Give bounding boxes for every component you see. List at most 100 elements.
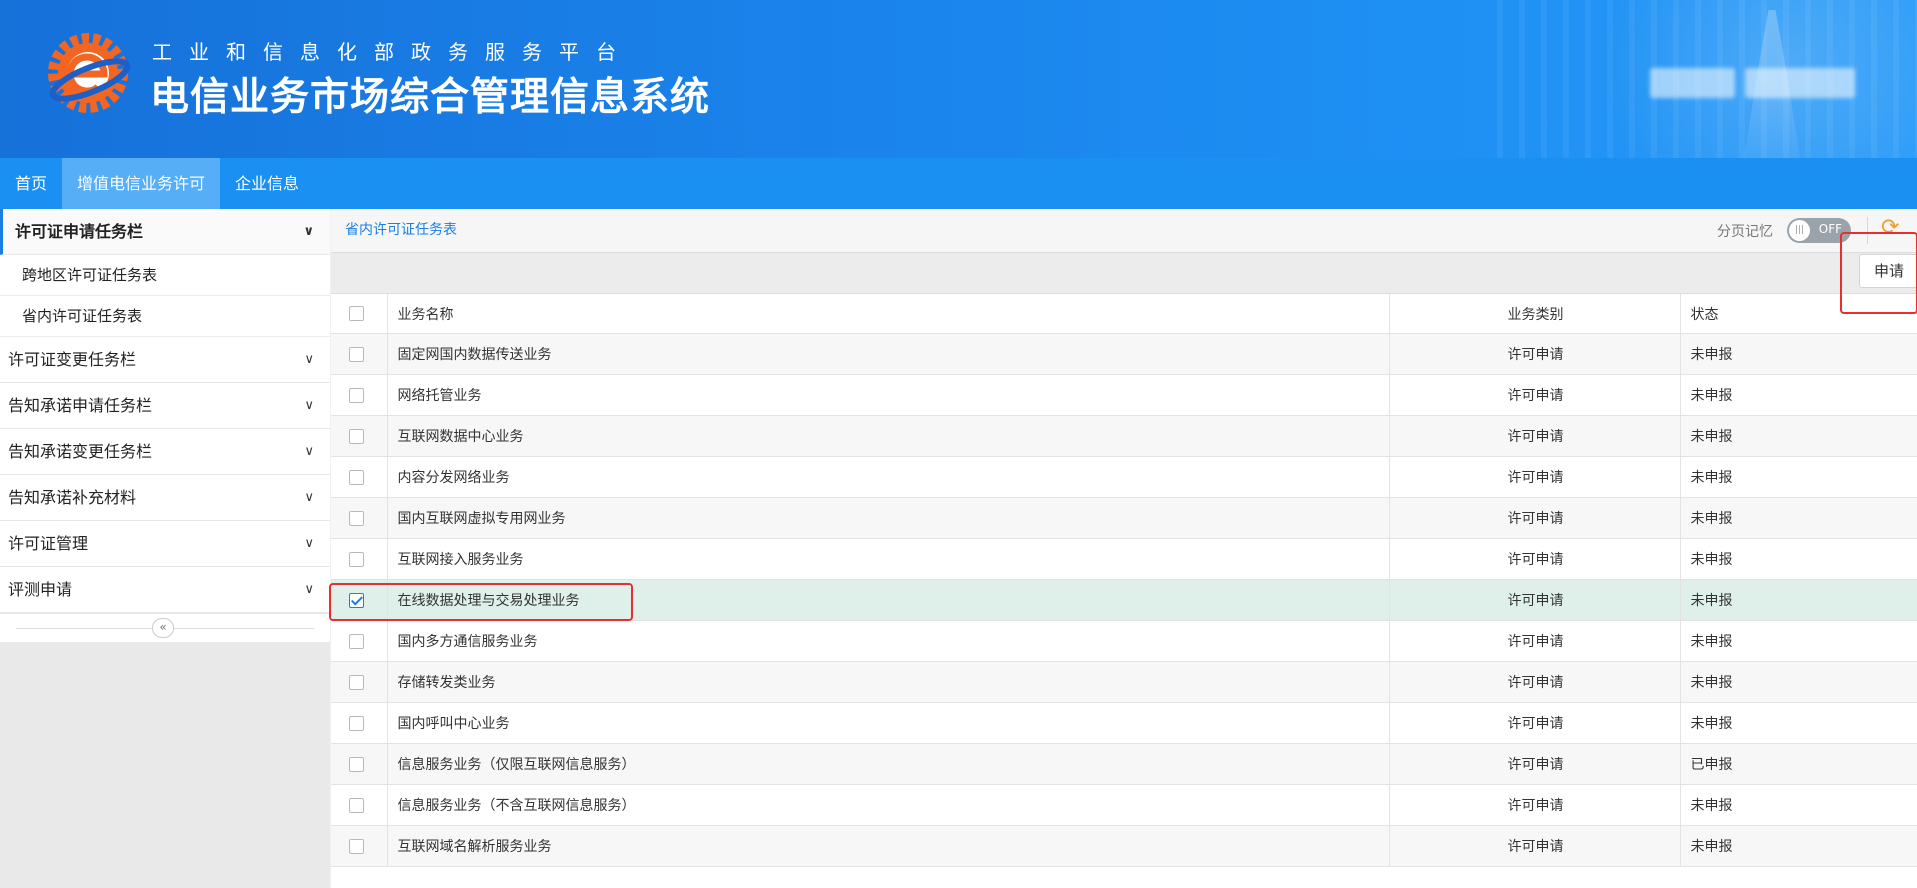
sidebar-group-label: 告知承诺申请任务栏 [8,396,153,415]
business-type-cell: 许可申请 [1388,661,1680,703]
toggle-knob-icon: ||| [1789,220,1810,241]
sidebar-group-header[interactable]: 许可证申请任务栏 ∨ [0,209,330,255]
table-row[interactable]: 国内互联网虚拟专用网业务 许可申请 未申报 [331,497,1917,539]
status-cell: 未申报 [1679,415,1917,457]
highlight-selected-row [329,583,633,621]
system-title: 电信业务市场综合管理信息系统 [150,75,711,120]
checkbox-cell [331,374,387,416]
business-name-cell: 互联网域名解析服务业务 [386,825,1389,867]
row-checkbox[interactable] [349,551,364,567]
row-checkbox[interactable] [349,510,364,526]
table-row[interactable]: 互联网接入服务业务 许可申请 未申报 [331,538,1917,580]
row-checkbox[interactable] [349,715,364,731]
business-name-cell: 信息服务业务（仅限互联网信息服务） [386,743,1389,785]
sidebar-group-label: 许可证变更任务栏 [8,350,137,369]
checkbox-cell [331,743,387,785]
chevron-down-icon: ∨ [304,398,314,413]
table-row[interactable]: 信息服务业务（不含互联网信息服务） 许可申请 未申报 [331,784,1917,826]
status-cell: 未申报 [1679,702,1917,744]
chevron-down-icon: ∨ [304,444,314,459]
business-name-cell: 互联网数据中心业务 [386,415,1389,457]
ministry-logo-icon [48,33,131,113]
sidebar-group-header[interactable]: 告知承诺补充材料 ∨ [0,475,330,521]
select-all-checkbox[interactable] [349,306,364,321]
toggle-state: OFF [1818,222,1842,236]
sidebar-group-evaluation: 评测申请 ∨ [0,567,330,613]
business-type-cell: 许可申请 [1388,743,1680,785]
chevron-down-icon: ∨ [303,224,314,239]
row-checkbox[interactable] [349,633,364,649]
tab-provincial-task[interactable]: 省内许可证任务表 [345,219,457,239]
sidebar-group-header[interactable]: 许可证变更任务栏 ∨ [0,337,330,383]
column-header-type[interactable]: 业务类别 [1388,294,1680,334]
row-checkbox[interactable] [349,674,364,690]
sidebar-group-header[interactable]: 告知承诺申请任务栏 ∨ [0,383,330,429]
checkbox-cell [331,415,387,457]
business-type-cell: 许可申请 [1388,456,1680,498]
status-cell: 未申报 [1679,456,1917,498]
row-checkbox[interactable] [349,469,364,485]
table-row[interactable]: 内容分发网络业务 许可申请 未申报 [331,456,1917,498]
business-type-cell: 许可申请 [1388,415,1680,457]
sidebar-item-cross-region-task[interactable]: 跨地区许可证任务表 [0,255,330,296]
checkbox-cell [331,825,387,867]
chevron-down-icon: ∨ [304,582,314,597]
business-name-cell: 内容分发网络业务 [386,456,1389,498]
business-type-cell: 许可申请 [1388,784,1680,826]
nav-value-added-license[interactable]: 增值电信业务许可 [62,158,221,209]
main-content: 省内许可证任务表 分页记忆 ||| OFF ⟳ 申请 业务名称 业务类别 状态 … [331,209,1917,888]
sidebar-item-provincial-task[interactable]: 省内许可证任务表 [0,296,330,337]
top-navigation: 首页 增值电信业务许可 企业信息 [0,158,1917,209]
sidebar-group-label: 评测申请 [8,580,73,599]
row-checkbox[interactable] [349,797,364,813]
status-cell: 未申报 [1679,538,1917,580]
header-banner: 工业和信息化部政务服务平台 电信业务市场综合管理信息系统 [0,0,1917,158]
table-row[interactable]: 互联网数据中心业务 许可申请 未申报 [331,415,1917,457]
sidebar-group-header[interactable]: 许可证管理 ∨ [0,521,330,567]
column-header-name[interactable]: 业务名称 [386,294,1389,334]
sidebar-group-notice-change: 告知承诺变更任务栏 ∨ [0,429,330,475]
select-all-cell [331,294,387,334]
nav-enterprise-info[interactable]: 企业信息 [220,158,314,209]
sidebar-group-license-change: 许可证变更任务栏 ∨ [0,337,330,383]
table-row[interactable]: 固定网国内数据传送业务 许可申请 未申报 [331,333,1917,375]
status-cell: 未申报 [1679,661,1917,703]
nav-home[interactable]: 首页 [0,158,62,209]
collapse-sidebar-icon[interactable]: « [152,618,174,638]
blurred-user-info [1650,68,1735,98]
table-row[interactable]: 网络托管业务 许可申请 未申报 [331,374,1917,416]
table-row[interactable]: 存储转发类业务 许可申请 未申报 [331,661,1917,703]
table-header-row: 业务名称 业务类别 状态 [331,294,1917,334]
business-type-cell: 许可申请 [1388,702,1680,744]
checkbox-cell [331,497,387,539]
table-row[interactable]: 国内多方通信服务业务 许可申请 未申报 [331,620,1917,662]
business-name-cell: 信息服务业务（不含互联网信息服务） [386,784,1389,826]
sidebar-group-label: 许可证管理 [8,534,89,553]
table-row[interactable]: 信息服务业务（仅限互联网信息服务） 许可申请 已申报 [331,743,1917,785]
business-name-cell: 固定网国内数据传送业务 [386,333,1389,375]
table-row[interactable]: 互联网域名解析服务业务 许可申请 未申报 [331,825,1917,867]
sidebar-group-label: 告知承诺补充材料 [8,488,137,507]
business-name-cell: 国内互联网虚拟专用网业务 [386,497,1389,539]
status-cell: 未申报 [1679,620,1917,662]
business-name-cell: 国内多方通信服务业务 [386,620,1389,662]
status-cell: 未申报 [1679,374,1917,416]
business-name-cell: 网络托管业务 [386,374,1389,416]
row-checkbox[interactable] [349,346,364,362]
sidebar-group-header[interactable]: 告知承诺变更任务栏 ∨ [0,429,330,475]
sidebar-group-header[interactable]: 评测申请 ∨ [0,567,330,613]
row-checkbox[interactable] [349,428,364,444]
sidebar-group-label: 许可证申请任务栏 [15,222,144,241]
business-name-cell: 国内呼叫中心业务 [386,702,1389,744]
business-type-cell: 许可申请 [1388,497,1680,539]
sidebar-group-license-management: 许可证管理 ∨ [0,521,330,567]
sidebar-group-license-application: 许可证申请任务栏 ∨ 跨地区许可证任务表 省内许可证任务表 [0,209,330,337]
chevron-down-icon: ∨ [304,490,314,505]
status-cell: 未申报 [1679,825,1917,867]
row-checkbox[interactable] [349,756,364,772]
row-checkbox[interactable] [349,387,364,403]
table-row[interactable]: 国内呼叫中心业务 许可申请 未申报 [331,702,1917,744]
sidebar: 许可证申请任务栏 ∨ 跨地区许可证任务表 省内许可证任务表 许可证变更任务栏 ∨… [0,209,330,888]
status-cell: 未申报 [1679,497,1917,539]
row-checkbox[interactable] [349,838,364,854]
